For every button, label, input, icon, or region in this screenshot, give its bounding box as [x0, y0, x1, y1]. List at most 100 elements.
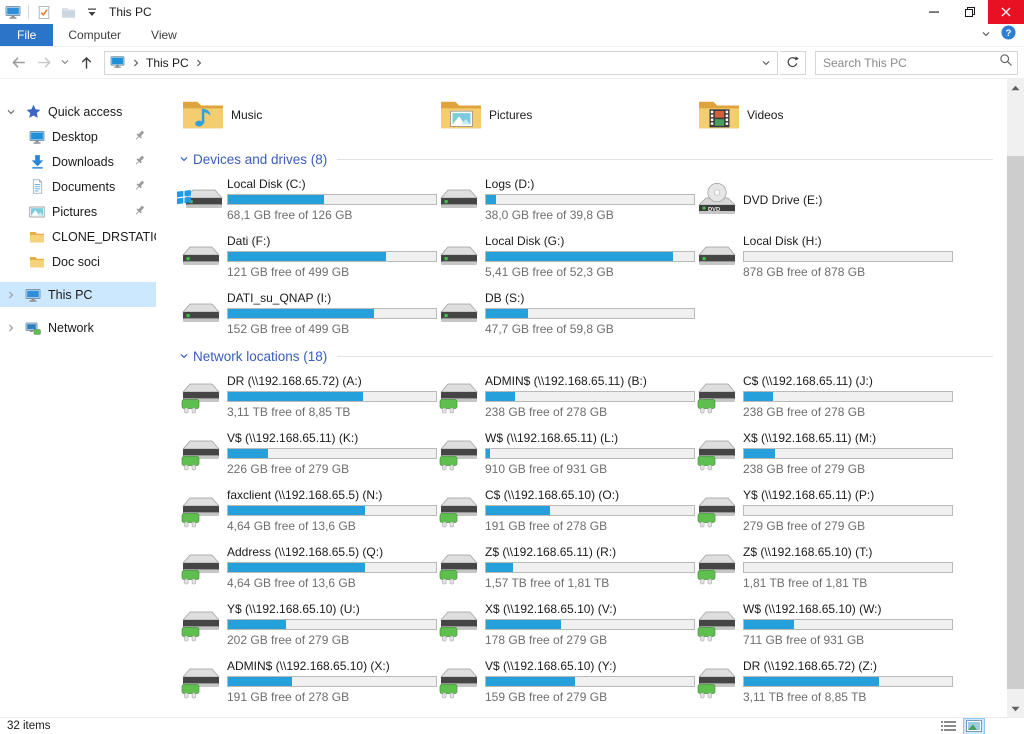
- scrollbar-thumb[interactable]: [1007, 156, 1024, 689]
- sidebar-item-quick-access[interactable]: Quick access: [0, 99, 156, 124]
- network-grid: DR (\\192.168.65.72) (A:) 3,11 TB free o…: [175, 368, 1007, 710]
- back-button[interactable]: [6, 51, 30, 75]
- recent-locations-icon[interactable]: [58, 51, 72, 75]
- free-space-text: 1,81 TB free of 1,81 TB: [743, 576, 949, 590]
- sidebar-item-desktop[interactable]: Desktop: [0, 124, 156, 149]
- free-space-text: 38,0 GB free of 39,8 GB: [485, 208, 691, 222]
- drive-tile[interactable]: X$ (\\192.168.65.11) (M:) 238 GB free of…: [691, 425, 949, 482]
- drive-tile[interactable]: Y$ (\\192.168.65.11) (P:) 279 GB free of…: [691, 482, 949, 539]
- tab-file[interactable]: File: [0, 24, 53, 46]
- sidebar-item-doc-soci[interactable]: Doc soci: [0, 249, 156, 274]
- vertical-scrollbar[interactable]: [1007, 79, 1024, 717]
- drive-tile[interactable]: Z$ (\\192.168.65.11) (R:) 1,57 TB free o…: [433, 539, 691, 596]
- drive-tile[interactable]: DATI_su_QNAP (I:) 152 GB free of 499 GB: [175, 285, 433, 342]
- search-input[interactable]: [823, 56, 999, 70]
- drive-tile[interactable]: Local Disk (C:) 68,1 GB free of 126 GB: [175, 171, 433, 228]
- drive-tile[interactable]: X$ (\\192.168.65.10) (V:) 178 GB free of…: [433, 596, 691, 653]
- drive-tile[interactable]: DR (\\192.168.65.72) (Z:) 3,11 TB free o…: [691, 653, 949, 710]
- tab-computer[interactable]: Computer: [53, 24, 136, 46]
- group-title[interactable]: Network locations (18): [193, 349, 327, 364]
- sidebar-item-this-pc[interactable]: This PC: [0, 282, 156, 307]
- chevron-down-icon[interactable]: [175, 351, 193, 361]
- address-bar[interactable]: This PC: [104, 51, 778, 75]
- new-folder-icon[interactable]: [59, 3, 77, 21]
- scroll-up-icon[interactable]: [1007, 79, 1024, 96]
- folder-tile[interactable]: Music: [175, 85, 433, 145]
- drive-tile[interactable]: Dati (F:) 121 GB free of 499 GB: [175, 228, 433, 285]
- help-icon[interactable]: ?: [1001, 25, 1016, 45]
- drive-tile[interactable]: W$ (\\192.168.65.11) (L:) 910 GB free of…: [433, 425, 691, 482]
- sidebar-item-pictures[interactable]: Pictures: [0, 199, 156, 224]
- drive-tile[interactable]: DR (\\192.168.65.72) (A:) 3,11 TB free o…: [175, 368, 433, 425]
- drive-tile[interactable]: DVD DVD Drive (E:): [691, 171, 949, 228]
- capacity-bar: [227, 619, 437, 630]
- group-header-network[interactable]: Network locations (18): [175, 344, 1007, 368]
- properties-check-icon[interactable]: [35, 3, 53, 21]
- drive-tile[interactable]: Local Disk (G:) 5,41 GB free of 52,3 GB: [433, 228, 691, 285]
- restore-button[interactable]: [952, 0, 988, 24]
- drive-tile[interactable]: C$ (\\192.168.65.11) (J:) 238 GB free of…: [691, 368, 949, 425]
- group-header-devices[interactable]: Devices and drives (8): [175, 147, 1007, 171]
- network-icon: [22, 320, 44, 336]
- drive-tile[interactable]: DB (S:) 47,7 GB free of 59,8 GB: [433, 285, 691, 342]
- chevron-right-icon[interactable]: [0, 323, 22, 333]
- network-drive-icon: [175, 665, 227, 699]
- drive-tile[interactable]: Address (\\192.168.65.5) (Q:) 4,64 GB fr…: [175, 539, 433, 596]
- drive-tile[interactable]: ADMIN$ (\\192.168.65.11) (B:) 238 GB fre…: [433, 368, 691, 425]
- group-title[interactable]: Devices and drives (8): [193, 152, 327, 167]
- drive-tile[interactable]: faxclient (\\192.168.65.5) (N:) 4,64 GB …: [175, 482, 433, 539]
- drive-tile[interactable]: Z$ (\\192.168.65.10) (T:) 1,81 TB free o…: [691, 539, 949, 596]
- drive-tile[interactable]: Y$ (\\192.168.65.10) (U:) 202 GB free of…: [175, 596, 433, 653]
- chevron-down-icon[interactable]: [0, 107, 22, 117]
- tab-view[interactable]: View: [136, 24, 192, 46]
- folder-icon: [26, 229, 48, 245]
- sidebar-item-network[interactable]: Network: [0, 315, 156, 340]
- drive-tile[interactable]: ADMIN$ (\\192.168.65.10) (X:) 191 GB fre…: [175, 653, 433, 710]
- capacity-bar: [227, 391, 437, 402]
- forward-button[interactable]: [32, 51, 56, 75]
- search-icon[interactable]: [999, 53, 1013, 72]
- window-controls: [916, 0, 1024, 24]
- free-space-text: 1,57 TB free of 1,81 TB: [485, 576, 691, 590]
- breadcrumb[interactable]: This PC: [143, 56, 192, 70]
- sidebar-item-label: Documents: [52, 180, 115, 194]
- chevron-right-icon[interactable]: [192, 58, 206, 68]
- search-box[interactable]: [815, 51, 1018, 75]
- drive-tile[interactable]: V$ (\\192.168.65.11) (K:) 226 GB free of…: [175, 425, 433, 482]
- drive-tile[interactable]: Local Disk (H:) 878 GB free of 878 GB: [691, 228, 949, 285]
- capacity-bar: [743, 619, 953, 630]
- scroll-down-icon[interactable]: [1007, 700, 1024, 717]
- customize-toolbar-arrow-icon[interactable]: [83, 3, 101, 21]
- folder-tile[interactable]: Videos: [691, 85, 949, 145]
- address-dropdown-icon[interactable]: [755, 58, 777, 68]
- free-space-text: 202 GB free of 279 GB: [227, 633, 433, 647]
- sidebar-item-label: CLONE_DRSTATION: [52, 230, 156, 244]
- close-button[interactable]: [988, 0, 1024, 24]
- sidebar-item-downloads[interactable]: Downloads: [0, 149, 156, 174]
- this-pc-icon: [105, 56, 129, 69]
- drive-tile[interactable]: Logs (D:) 38,0 GB free of 39,8 GB: [433, 171, 691, 228]
- details-view-icon[interactable]: [938, 719, 958, 734]
- divider: [28, 5, 29, 19]
- sidebar-item-documents[interactable]: Documents: [0, 174, 156, 199]
- chevron-right-icon[interactable]: [129, 58, 143, 68]
- drive-name: ADMIN$ (\\192.168.65.11) (B:): [485, 374, 691, 388]
- drive-name: DVD Drive (E:): [743, 193, 949, 207]
- chevron-right-icon[interactable]: [0, 290, 22, 300]
- collapse-ribbon-icon[interactable]: [981, 26, 991, 44]
- sidebar-item-clone-drstation[interactable]: CLONE_DRSTATION: [0, 224, 156, 249]
- refresh-button[interactable]: [780, 51, 806, 75]
- folder-tile[interactable]: Pictures: [433, 85, 691, 145]
- drive-tile[interactable]: V$ (\\192.168.65.10) (Y:) 159 GB free of…: [433, 653, 691, 710]
- large-icons-view-icon[interactable]: [964, 719, 984, 734]
- up-button[interactable]: [74, 51, 98, 75]
- drive-tile[interactable]: W$ (\\192.168.65.10) (W:) 711 GB free of…: [691, 596, 949, 653]
- chevron-down-icon[interactable]: [175, 154, 193, 164]
- capacity-bar: [743, 505, 953, 516]
- hard-drive-icon: [175, 299, 227, 329]
- network-drive-icon: [691, 380, 743, 414]
- capacity-bar: [485, 194, 695, 205]
- navigation-pane: Quick access Desktop Downloads Documents…: [0, 79, 156, 717]
- minimize-button[interactable]: [916, 0, 952, 24]
- drive-tile[interactable]: C$ (\\192.168.65.10) (O:) 191 GB free of…: [433, 482, 691, 539]
